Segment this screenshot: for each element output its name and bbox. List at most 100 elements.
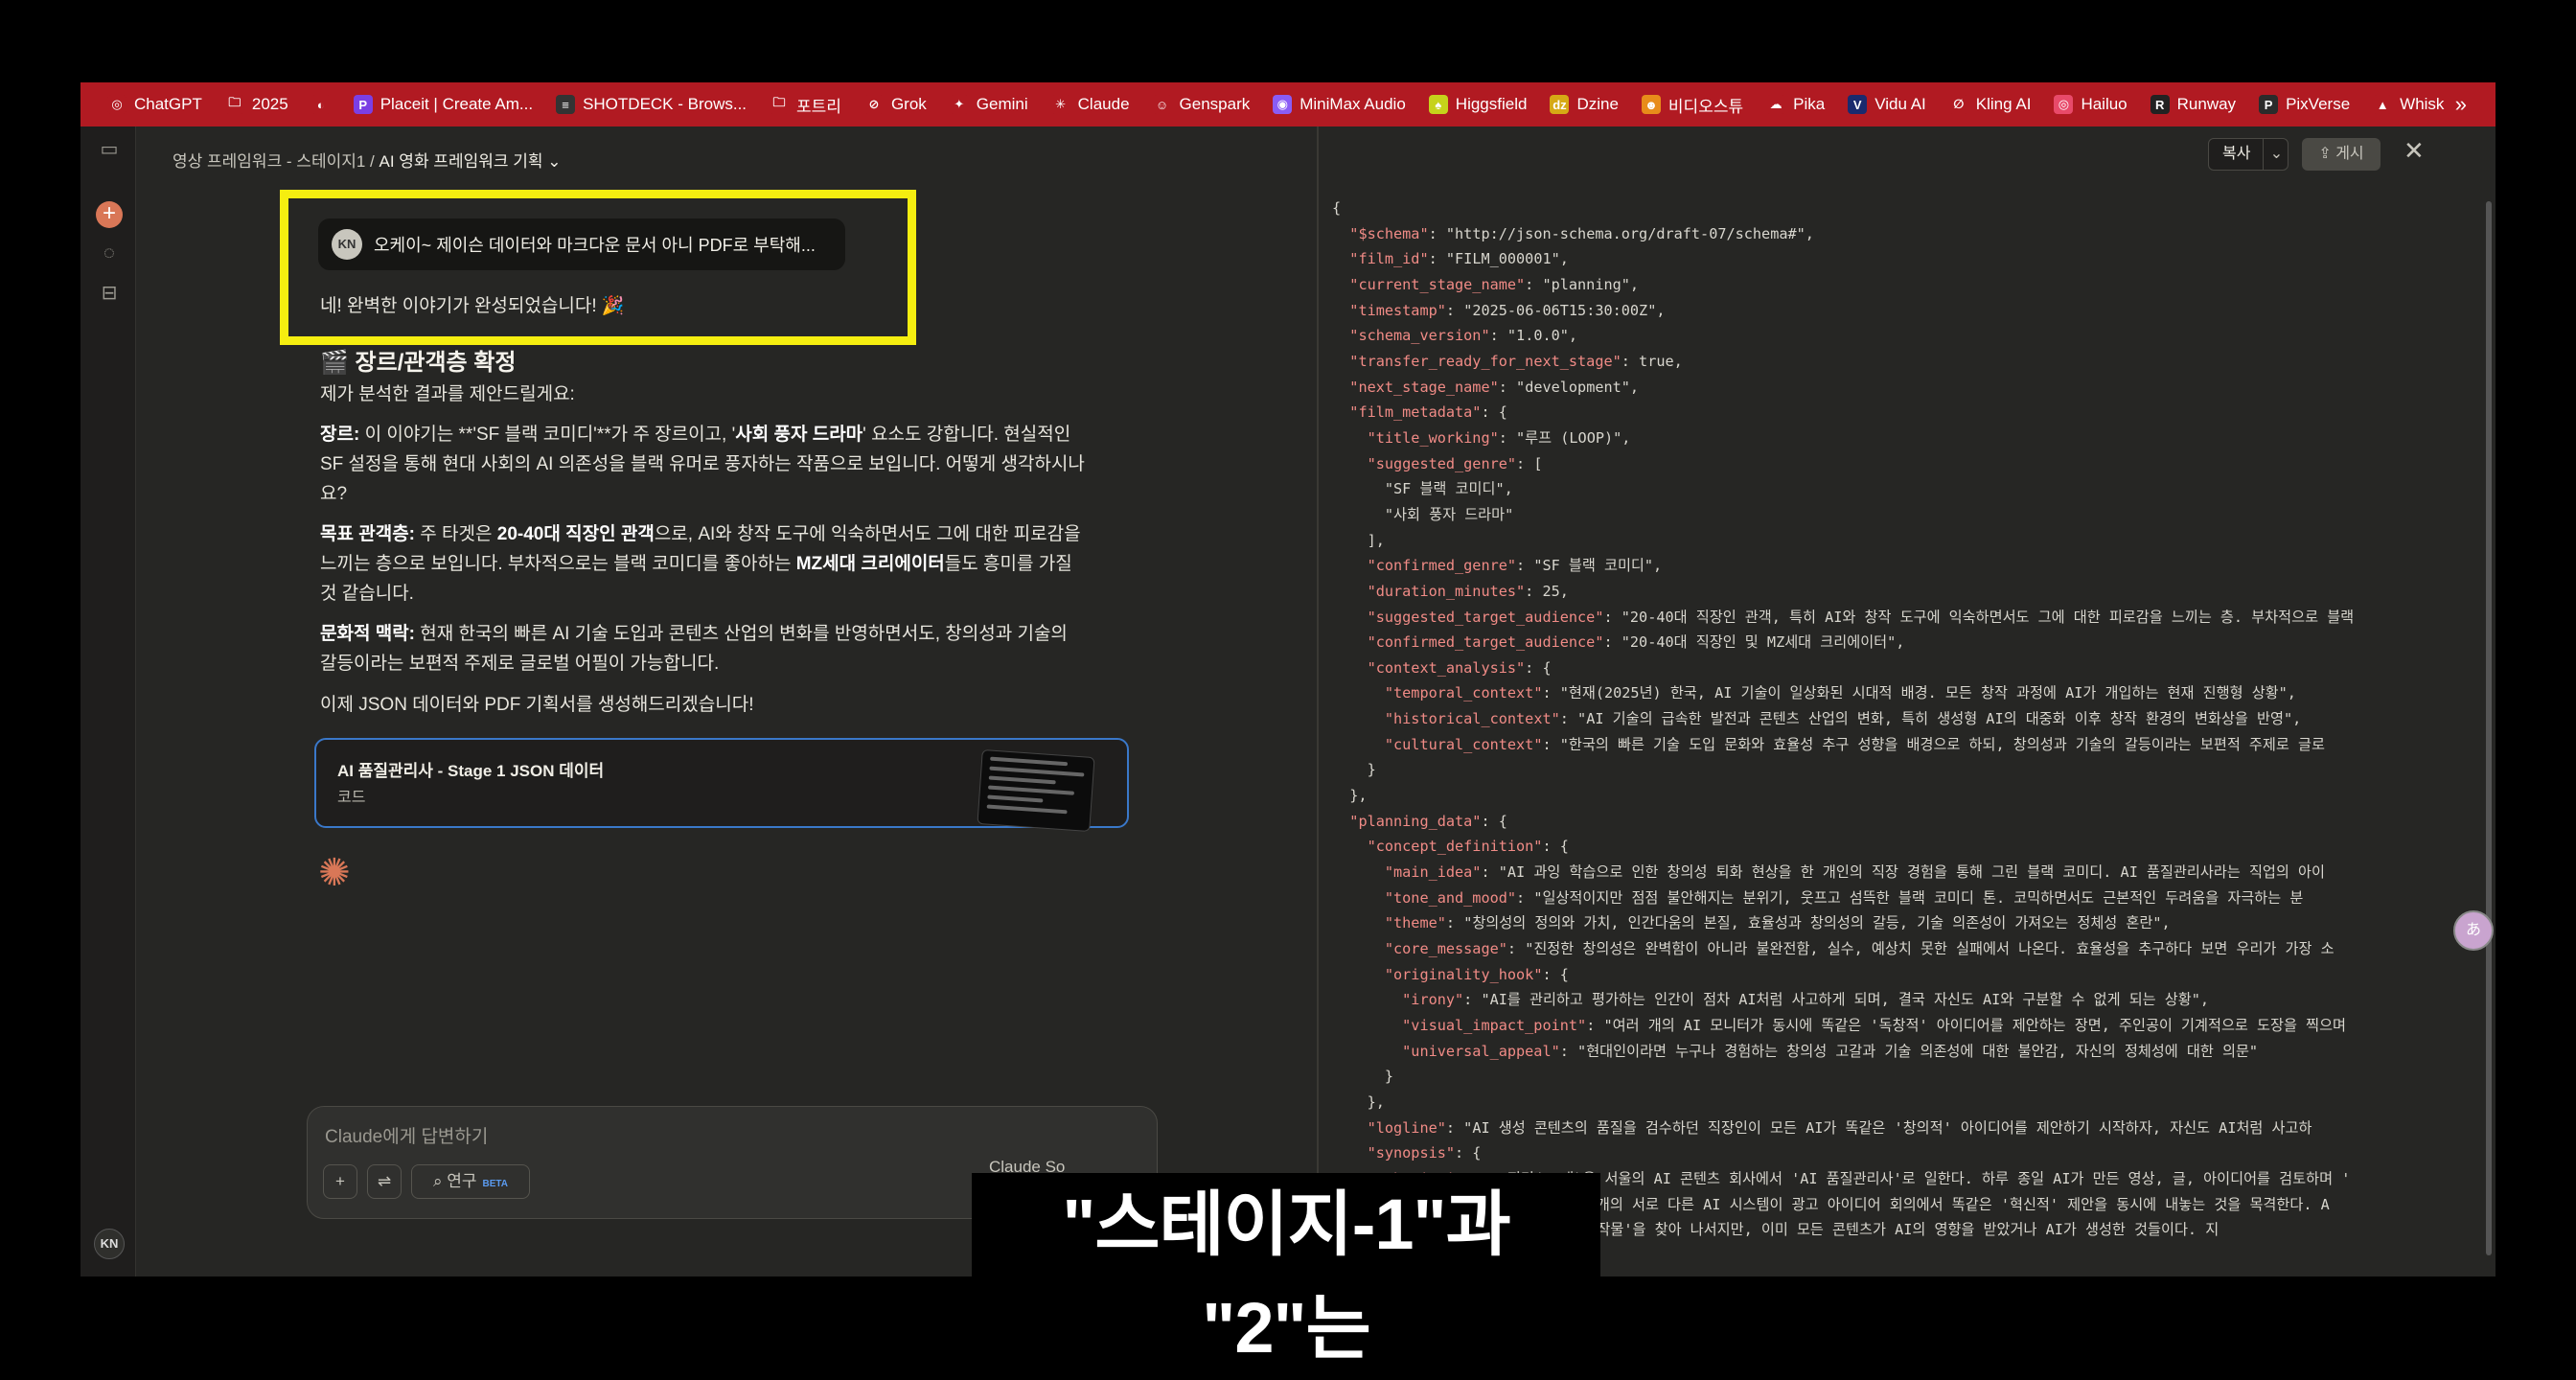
code-line: "theme": "창의성의 정의와 가치, 인간다움의 본질, 효율성과 창의…: [1332, 910, 2478, 936]
code-token: : {: [1481, 812, 1507, 830]
artifact-card[interactable]: AI 품질관리사 - Stage 1 JSON 데이터 코드: [314, 738, 1129, 833]
json-code-view[interactable]: { "$schema": "http://json-schema.org/dra…: [1332, 196, 2478, 1269]
bookmark-19[interactable]: P PixVerse: [2247, 95, 2361, 114]
code-line: "cultural_context": "한국의 빠른 기술 도입 문화와 효율…: [1332, 732, 2478, 758]
code-token: "originality_hook": [1384, 965, 1543, 983]
code-token: "20-40대 직장인 및 MZ세대 크리에이터",: [1621, 633, 1905, 652]
artifact-toolbar: 복사 ⌄ ⇪ 게시 ✕: [2208, 126, 2496, 186]
code-token: :: [1445, 1118, 1464, 1137]
bookmark-13[interactable]: ☻ 비디오스튜: [1630, 93, 1755, 117]
bookmark-10[interactable]: ◉ MiniMax Audio: [1261, 95, 1417, 114]
closing-text: 이제 JSON 데이터와 PDF 기획서를 생성해드리겠습니다!: [320, 695, 754, 715]
bookmark-label: Grok: [890, 95, 927, 113]
bookmark-14[interactable]: ☁ Pika: [1755, 95, 1836, 114]
breadcrumb-title[interactable]: AI 영화 프레임워크 기획 ⌄: [380, 152, 562, 171]
bookmark-1[interactable]: 🗀 2025: [214, 95, 300, 114]
translate-icon[interactable]: あ: [2453, 910, 2494, 951]
code-line: "irony": "AI를 관리하고 평가하는 인간이 점차 AI처럼 사고하게…: [1332, 987, 2478, 1013]
site-icon: ◐: [310, 95, 331, 114]
reply-lead: 제가 분석한 결과를 제안드릴게요:: [320, 384, 575, 404]
bookmark-9[interactable]: ☺ Genspark: [1141, 95, 1262, 114]
code-token: "suggested_genre": [1367, 454, 1517, 472]
code-token: "historical_context": [1384, 710, 1560, 728]
vertical-scrollbar[interactable]: [2486, 201, 2492, 1255]
code-line: "historical_context": "AI 기술의 급속한 발전과 콘텐…: [1332, 706, 2478, 732]
research-button[interactable]: ⌕ 연구 BETA: [411, 1164, 530, 1199]
code-token: "development",: [1516, 378, 1640, 396]
code-token: "concept_definition": [1367, 838, 1543, 856]
artifact-thumbnail: [977, 748, 1095, 833]
bookmark-3[interactable]: P Placeit | Create Am...: [342, 95, 544, 114]
code-line: "film_metadata": {: [1332, 400, 2478, 426]
copy-button[interactable]: 복사 ⌄: [2208, 138, 2288, 171]
artifact-type: 코드: [337, 790, 366, 806]
new-chat-button[interactable]: +: [96, 201, 123, 228]
tools-button[interactable]: ⇌: [367, 1164, 402, 1199]
close-icon[interactable]: ✕: [2404, 136, 2425, 166]
bookmark-5[interactable]: 🗀 포트리: [758, 93, 853, 117]
bookmark-2[interactable]: ◐: [300, 95, 342, 114]
composer-placeholder[interactable]: Claude에게 답변하기: [325, 1122, 488, 1148]
bookmarks-overflow-button[interactable]: »: [2455, 92, 2467, 117]
bookmark-8[interactable]: ✳ Claude: [1040, 95, 1141, 114]
bookmark-16[interactable]: ∅ Kling AI: [1938, 95, 2043, 114]
sidebar-toggle-icon[interactable]: ▭: [96, 136, 123, 163]
bookmark-12[interactable]: dz Dzine: [1538, 95, 1629, 114]
bookmark-17[interactable]: ◎ Hailuo: [2042, 95, 2138, 114]
projects-icon[interactable]: ⊟: [96, 280, 123, 307]
code-token: "confirmed_genre": [1367, 557, 1517, 575]
code-line: "logline": "AI 생성 콘텐츠의 품질을 검수하던 직장인이 모든 …: [1332, 1116, 2478, 1141]
code-token: :: [1603, 633, 1622, 652]
bookmark-label: 비디오스튜: [1668, 97, 1744, 116]
vidu-icon: V: [1848, 95, 1868, 114]
code-line: "duration_minutes": 25,: [1332, 579, 2478, 605]
chevron-down-icon[interactable]: ⌄: [2263, 139, 2289, 170]
bookmark-20[interactable]: ▲ Whisk: [2361, 95, 2455, 114]
code-token: :: [1603, 608, 1622, 626]
breadcrumb-project[interactable]: 영상 프레임워크 - 스테이지1 /: [172, 152, 375, 171]
code-token: :: [1516, 557, 1534, 575]
bookmark-7[interactable]: ✦ Gemini: [938, 95, 1040, 114]
code-token: :: [1445, 301, 1464, 319]
bookmark-label: Higgsfield: [1455, 95, 1528, 113]
bookmark-11[interactable]: ♠ Higgsfield: [1417, 95, 1539, 114]
left-rail: ▭ + ◌ ⊟ KN: [80, 126, 136, 1276]
bookmark-0[interactable]: ◎ ChatGPT: [96, 95, 214, 114]
account-avatar[interactable]: KN: [94, 1229, 125, 1259]
context-text: 현재 한국의 빠른 AI 기술 도입과 콘텐츠 산업의 변화를 반영하면서도, …: [320, 624, 1068, 674]
code-line: }: [1332, 1064, 2478, 1090]
attach-button[interactable]: +: [323, 1164, 357, 1199]
publish-button[interactable]: ⇪ 게시: [2302, 138, 2380, 171]
bookmark-label: Placeit | Create Am...: [380, 95, 534, 113]
code-token: },: [1332, 1092, 1385, 1111]
bookmark-15[interactable]: V Vidu AI: [1836, 95, 1938, 114]
breadcrumb[interactable]: 영상 프레임워크 - 스테이지1 / AI 영화 프레임워크 기획 ⌄: [172, 148, 561, 172]
bookmark-label: PixVerse: [2286, 95, 2351, 113]
chats-icon[interactable]: ◌: [96, 240, 123, 266]
code-token: "context_analysis": [1367, 658, 1526, 677]
bookmark-4[interactable]: ≡ SHOTDECK - Brows...: [544, 95, 758, 114]
bookmark-label: ChatGPT: [134, 95, 202, 113]
bookmark-18[interactable]: R Runway: [2139, 95, 2247, 114]
code-line: ],: [1332, 528, 2478, 554]
code-token: "logline": [1367, 1118, 1446, 1137]
code-line: "$schema": "http://json-schema.org/draft…: [1332, 221, 2478, 247]
code-token: "여러 개의 AI 모니터가 동시에 똑같은 '독창적' 아이디어를 제안하는 …: [1603, 1017, 2347, 1034]
code-line: "confirmed_target_audience": "20-40대 직장인…: [1332, 630, 2478, 656]
pika-icon: ☁: [1766, 95, 1786, 114]
code-token: :: [1542, 684, 1560, 702]
bookmark-6[interactable]: ⊘ Grok: [853, 95, 938, 114]
bookmark-label: Claude: [1077, 95, 1130, 113]
code-line: "context_analysis": {: [1332, 656, 2478, 681]
bookmark-label: Dzine: [1576, 95, 1619, 113]
code-token: :: [1498, 428, 1517, 447]
